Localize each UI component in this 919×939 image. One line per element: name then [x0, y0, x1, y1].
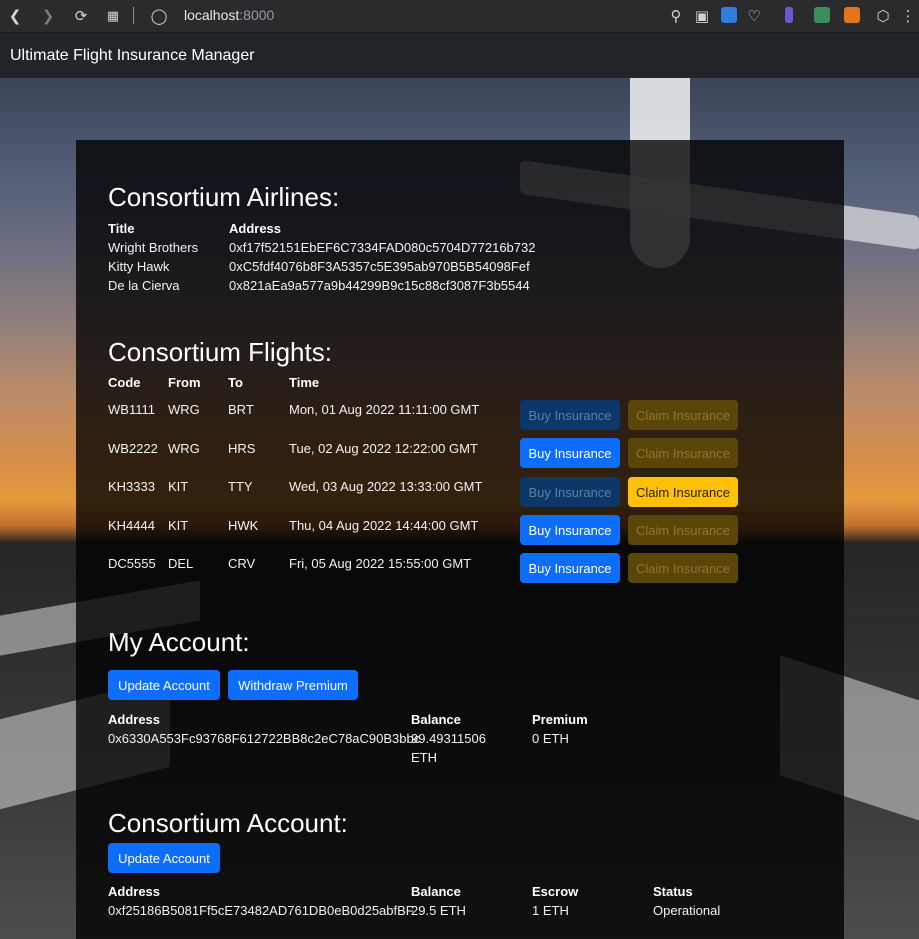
- cube-extension-icon[interactable]: [814, 7, 830, 23]
- airlines-col-address: Address: [229, 221, 282, 236]
- my-account-balance-unit: ETH: [411, 750, 437, 765]
- url-host: localhost: [184, 7, 240, 23]
- consortium-col-status: Status: [653, 884, 693, 899]
- claim-insurance-button[interactable]: Claim Insurance: [628, 400, 738, 430]
- address-bar[interactable]: localhost:8000: [184, 7, 274, 23]
- toolbar-divider: [133, 7, 134, 24]
- consortium-account-heading: Consortium Account:: [108, 808, 348, 838]
- my-account-heading: My Account:: [108, 627, 250, 657]
- flight-from: DEL: [168, 556, 194, 571]
- flight-from: WRG: [168, 402, 200, 417]
- flight-from: KIT: [168, 479, 189, 494]
- buy-insurance-button[interactable]: Buy Insurance: [520, 515, 620, 545]
- shield-extension-icon[interactable]: [721, 7, 737, 23]
- flight-time: Tue, 02 Aug 2022 12:22:00 GMT: [289, 441, 478, 456]
- my-account-col-balance: Balance: [411, 712, 461, 727]
- flight-time: Wed, 03 Aug 2022 13:33:00 GMT: [289, 479, 483, 494]
- consortium-balance: 29.5 ETH: [411, 903, 466, 918]
- app-navbar: Ultimate Flight Insurance Manager: [0, 33, 919, 78]
- airline-address: 0xf17f52151EbEF6C7334FAD080c5704D77216b7…: [229, 240, 536, 255]
- claim-insurance-button[interactable]: Claim Insurance: [628, 477, 738, 507]
- my-account-address: 0x6330A553Fc93768F612722BB8c2eC78aC90B3b…: [108, 731, 421, 746]
- buy-insurance-button[interactable]: Buy Insurance: [520, 438, 620, 468]
- flight-to: BRT: [228, 402, 254, 417]
- claim-insurance-button[interactable]: Claim Insurance: [628, 515, 738, 545]
- consortium-address: 0xf25186B5081Ff5cE73482AD761DB0eB0d25abf…: [108, 903, 414, 918]
- url-port: :8000: [239, 7, 275, 23]
- consortium-status: Operational: [653, 903, 721, 918]
- extension-icon[interactable]: [785, 7, 793, 23]
- box-icon[interactable]: ⬡: [873, 6, 893, 26]
- flights-col-time: Time: [289, 375, 320, 390]
- consortium-update-account-button[interactable]: Update Account: [108, 843, 220, 873]
- flight-time: Thu, 04 Aug 2022 14:44:00 GMT: [289, 518, 479, 533]
- tabs-grid-icon[interactable]: ▦: [103, 6, 123, 26]
- airline-address: 0x821aEa9a577a9b44299B9c15c88cf3087F3b55…: [229, 278, 530, 293]
- content-panel: Consortium Airlines: Title Address Wrigh…: [76, 140, 844, 939]
- camera-icon[interactable]: ▣: [692, 6, 712, 26]
- flight-time: Fri, 05 Aug 2022 15:55:00 GMT: [289, 556, 472, 571]
- airlines-col-title: Title: [108, 221, 135, 236]
- my-account-premium: 0 ETH: [532, 731, 569, 746]
- update-account-button[interactable]: Update Account: [108, 670, 220, 700]
- flight-to: HRS: [228, 441, 256, 456]
- flight-code: KH3333: [108, 479, 155, 494]
- my-account-balance: 99.49311506: [411, 731, 486, 746]
- flight-code: WB1111: [108, 402, 155, 417]
- flights-heading: Consortium Flights:: [108, 337, 332, 367]
- back-icon[interactable]: ❮: [5, 6, 25, 26]
- consortium-col-address: Address: [108, 884, 161, 899]
- zoom-search-icon[interactable]: ⚲: [666, 6, 686, 26]
- airline-title: De la Cierva: [108, 278, 180, 293]
- buy-insurance-button[interactable]: Buy Insurance: [520, 553, 620, 583]
- claim-insurance-button[interactable]: Claim Insurance: [628, 553, 738, 583]
- consortium-escrow: 1 ETH: [532, 903, 569, 918]
- airline-title: Kitty Hawk: [108, 259, 170, 274]
- consortium-col-escrow: Escrow: [532, 884, 579, 899]
- flight-code: KH4444: [108, 518, 155, 533]
- reload-icon[interactable]: ⟳: [71, 6, 91, 26]
- flight-code: WB2222: [108, 441, 158, 456]
- flight-from: WRG: [168, 441, 200, 456]
- navbar-brand[interactable]: Ultimate Flight Insurance Manager: [10, 47, 255, 65]
- buy-insurance-button[interactable]: Buy Insurance: [520, 477, 620, 507]
- browser-toolbar: ❮ ❯ ⟳ ▦ ◯ localhost:8000 ⚲ ▣ ♡ ⬡ ⋮: [0, 0, 919, 33]
- flight-to: CRV: [228, 556, 256, 571]
- flights-col-code: Code: [108, 375, 141, 390]
- heart-icon[interactable]: ♡: [744, 6, 764, 26]
- globe-icon: ◯: [150, 8, 168, 25]
- flights-col-from: From: [168, 375, 201, 390]
- flights-col-to: To: [228, 375, 243, 390]
- flight-to: TTY: [228, 479, 253, 494]
- airline-title: Wright Brothers: [108, 240, 199, 255]
- my-account-col-premium: Premium: [532, 712, 588, 727]
- flight-time: Mon, 01 Aug 2022 11:11:00 GMT: [289, 402, 480, 417]
- claim-insurance-button[interactable]: Claim Insurance: [628, 438, 738, 468]
- forward-icon[interactable]: ❯: [38, 6, 58, 26]
- buy-insurance-button[interactable]: Buy Insurance: [520, 400, 620, 430]
- airline-address: 0xC5fdf4076b8F3A5357c5E395ab970B5B54098F…: [229, 259, 530, 274]
- flight-from: KIT: [168, 518, 189, 533]
- airlines-heading: Consortium Airlines:: [108, 182, 340, 212]
- flight-code: DC5555: [108, 556, 156, 571]
- withdraw-premium-button[interactable]: Withdraw Premium: [228, 670, 358, 700]
- my-account-col-address: Address: [108, 712, 161, 727]
- consortium-col-balance: Balance: [411, 884, 461, 899]
- menu-icon[interactable]: ⋮: [898, 6, 918, 26]
- flight-to: HWK: [228, 518, 259, 533]
- metamask-fox-icon[interactable]: [844, 7, 860, 23]
